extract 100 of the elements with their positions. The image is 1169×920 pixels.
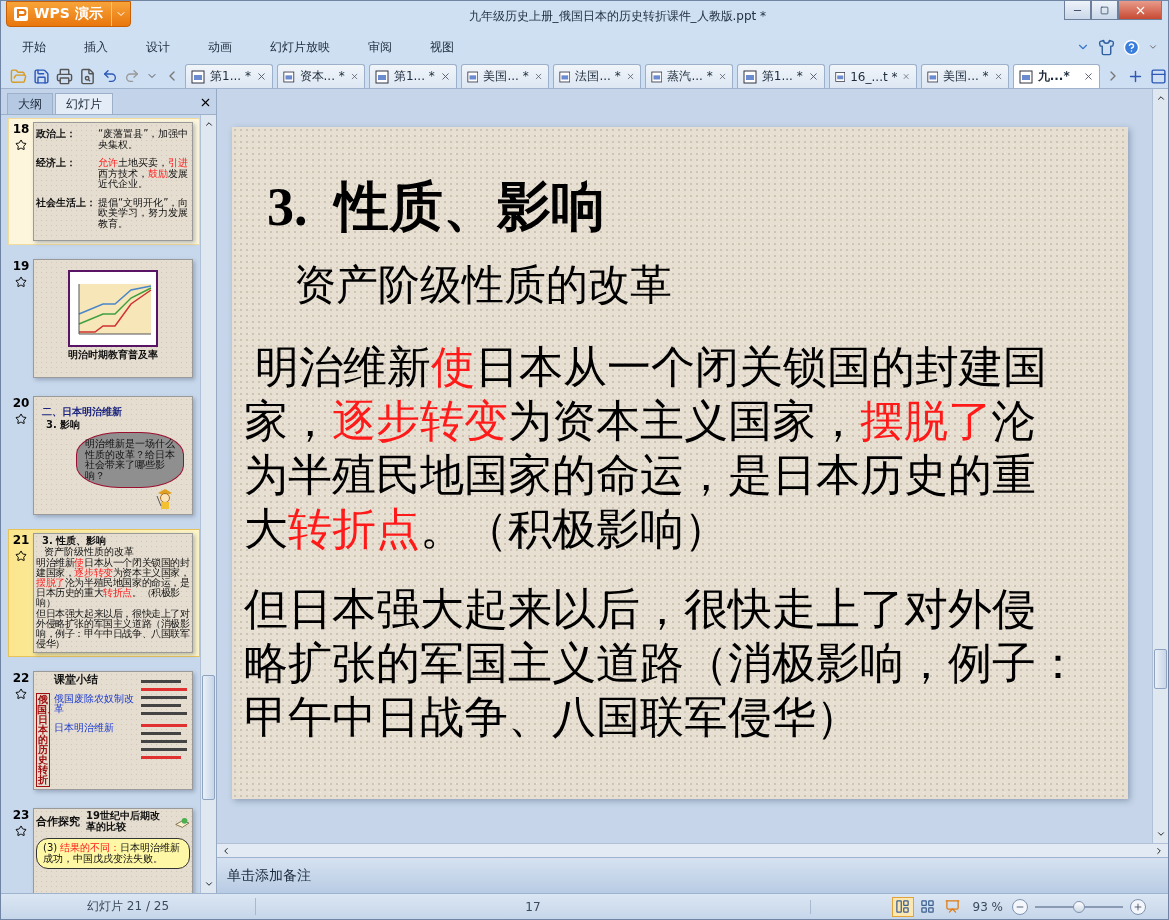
slide-number: 21 bbox=[12, 533, 30, 547]
slide-number: 23 bbox=[12, 808, 30, 822]
star-icon bbox=[15, 139, 27, 151]
scrollbar-thumb[interactable] bbox=[202, 675, 215, 800]
document-icon bbox=[650, 69, 663, 84]
zoom-out-button[interactable] bbox=[1012, 898, 1028, 915]
thumb-title: 合作探究 bbox=[36, 815, 80, 828]
document-tab[interactable]: 蒸汽... * bbox=[644, 64, 733, 88]
slide-number: 22 bbox=[12, 671, 30, 685]
menu-item[interactable]: 设计 bbox=[135, 38, 189, 56]
window-icon[interactable] bbox=[1150, 67, 1167, 85]
slide-thumbnail-item[interactable]: 18 政治上： “废藩置县”，加强中央集权。 经济上： 允许土地买卖，引进 西方技术，鼓励发展近代企业。 社会生活上： 提倡“文明开化”，向欧美学习，努力发展教育。 bbox=[8, 118, 200, 245]
close-button[interactable] bbox=[1118, 1, 1162, 20]
thumb-subtitle: 资产阶级性质的改革 bbox=[44, 546, 135, 557]
thumb-text: 允许土地买卖，引进 西方技术，鼓励发展近代企业。 bbox=[98, 157, 188, 189]
thumb-paragraph: (3) 结果的不同：日本明治维新成功，中国戊戌变法失败。 bbox=[43, 842, 181, 864]
slide-number: 19 bbox=[12, 259, 30, 273]
thumb-title: 课堂小结 bbox=[54, 674, 99, 686]
print-preview-icon[interactable] bbox=[79, 67, 96, 85]
close-tab-icon[interactable] bbox=[439, 71, 451, 82]
slide-title: 3. 性质、影响 bbox=[267, 176, 606, 239]
zoom-percent: 93 % bbox=[972, 899, 1003, 914]
scrollbar-thumb[interactable] bbox=[1154, 649, 1167, 689]
thumb-side-title: 俄国、日本的历史转折 bbox=[36, 693, 50, 787]
document-tab[interactable]: 第1... * bbox=[185, 64, 273, 88]
slide-subtitle: 资产阶级性质的改革 bbox=[294, 260, 673, 310]
document-tab[interactable]: 第1... * bbox=[368, 64, 457, 88]
caret-icon[interactable] bbox=[1148, 42, 1158, 52]
slide-thumbnail-item[interactable]: 19 明治时期教育普及率 bbox=[8, 255, 200, 382]
undo-icon[interactable] bbox=[102, 68, 118, 84]
zoom-in-button[interactable] bbox=[1130, 898, 1146, 915]
document-tab[interactable]: 16_...t * bbox=[828, 64, 917, 88]
status-field: 17 bbox=[256, 899, 811, 914]
notes-field[interactable]: 单击添加备注 bbox=[217, 857, 1168, 893]
thumb-subtitle: 19世纪中后期改革的比较 bbox=[86, 811, 161, 832]
menu-item[interactable]: 插入 bbox=[73, 38, 127, 56]
star-icon bbox=[15, 688, 27, 700]
thumb-paragraph: 但日本强大起来以后，很快走上了对外侵略扩张的军国主义道路（消极影响，例子：甲午中日战争、八国联军侵华） bbox=[36, 608, 190, 649]
maximize-button[interactable] bbox=[1091, 1, 1118, 20]
document-tab[interactable]: 美国... * bbox=[460, 64, 549, 88]
document-icon bbox=[466, 69, 479, 84]
thumb-text: 提倡“文明开化”，向欧美学习，努力发展教育。 bbox=[98, 196, 189, 229]
minimize-button[interactable] bbox=[1064, 1, 1091, 20]
close-tab-icon[interactable] bbox=[807, 71, 819, 82]
slide-counter: 幻灯片 21 / 25 bbox=[1, 898, 256, 915]
menu-item[interactable]: 审阅 bbox=[357, 38, 411, 56]
scroll-down-icon[interactable] bbox=[1155, 829, 1166, 839]
close-tab-icon[interactable] bbox=[993, 71, 1003, 82]
menu-item[interactable]: 动画 bbox=[197, 38, 251, 56]
panel-tab[interactable]: 幻灯片 bbox=[55, 93, 113, 115]
slide-thumbnail-item[interactable]: 21 3. 性质、影响 资产阶级性质的改革 明治维新使日本从一个闭关锁国的封建国家，逐步转变为资本主义国家， 摆脱了沦为半殖民地国家的命运，是日本历史的重大转折点。（积极影响） 但日本强大起来以后，很快走上了对外侵略扩张的军国主义道路（消极影响，例子：甲午中日战争、八国联军侵华） bbox=[8, 529, 200, 657]
thumb-title: 3. 性质、影响 bbox=[42, 536, 108, 546]
open-folder-icon[interactable] bbox=[10, 67, 27, 85]
document-tab[interactable]: 美国... * bbox=[920, 64, 1009, 88]
close-tab-icon[interactable] bbox=[533, 71, 543, 82]
menu-item[interactable]: 开始 bbox=[11, 38, 65, 56]
thumb-label: 社会生活上： bbox=[36, 197, 96, 210]
help-icon[interactable] bbox=[1123, 38, 1140, 56]
thumb-text: “废藩置县”，加强中央集权。 bbox=[98, 128, 189, 150]
slide-number: 20 bbox=[12, 396, 30, 410]
scroll-left-icon[interactable] bbox=[221, 845, 231, 856]
document-tab[interactable]: 法国... * bbox=[552, 64, 641, 88]
view-button[interactable] bbox=[891, 896, 914, 917]
menu-item[interactable]: 视图 bbox=[419, 38, 473, 56]
document-icon bbox=[191, 69, 205, 84]
scroll-right-icon[interactable] bbox=[1154, 845, 1164, 856]
zoom-slider-thumb[interactable] bbox=[1073, 900, 1085, 913]
redo-icon[interactable] bbox=[124, 68, 140, 84]
thumb-subheading: 3. 影响 bbox=[46, 419, 82, 430]
close-tab-icon[interactable] bbox=[625, 71, 635, 82]
scroll-up-icon[interactable] bbox=[203, 119, 214, 129]
panel-tab[interactable]: 大纲 bbox=[7, 93, 53, 115]
close-tab-icon[interactable] bbox=[255, 71, 267, 82]
shirt-icon[interactable] bbox=[1098, 38, 1115, 56]
printer-icon[interactable] bbox=[56, 67, 73, 85]
document-icon bbox=[558, 69, 571, 84]
document-icon bbox=[282, 69, 295, 84]
star-icon bbox=[15, 550, 27, 562]
scroll-down-icon[interactable] bbox=[203, 879, 214, 889]
slide-paragraph: 明治维新使日本从一个闭关锁国的封建国 家，逐步转变为资本主义国家，摆脱了沦 为半殖民地国家的命运，是日本历史的重 大转折点。（积极影响） bbox=[244, 342, 1048, 557]
document-tab[interactable]: 第1... * bbox=[736, 64, 825, 88]
close-tab-icon[interactable] bbox=[717, 71, 727, 82]
document-tab[interactable]: 资本... * bbox=[276, 64, 365, 88]
slide-thumbnail-item[interactable]: 20 二、日本明治维新 3. 影响 明治维新是一场什么性质的改革？给日本社会带来了哪些影响？ bbox=[8, 392, 200, 519]
wps-logo-icon bbox=[13, 6, 29, 22]
close-tab-icon[interactable] bbox=[349, 71, 359, 82]
document-icon bbox=[374, 69, 389, 84]
menu-item[interactable]: 幻灯片放映 bbox=[259, 38, 349, 56]
document-tab[interactable]: 九...* bbox=[1012, 64, 1100, 88]
star-icon bbox=[15, 276, 27, 288]
slide-paragraph: 但日本强大起来以后，很快走上了对外侵 略扩张的军国主义道路（消极影响，例子： 甲午中日战争、八国联军侵华） bbox=[244, 584, 1081, 745]
maximize-icon bbox=[1100, 5, 1109, 15]
thumb-label: 经济上： bbox=[36, 158, 77, 170]
star-icon bbox=[15, 825, 27, 837]
thumb-branch: 俄国废除农奴制改革 bbox=[54, 693, 134, 715]
save-icon[interactable] bbox=[33, 67, 50, 85]
scroll-up-icon[interactable] bbox=[1155, 93, 1166, 103]
close-tab-icon[interactable] bbox=[1083, 71, 1094, 82]
slide-number: 18 bbox=[12, 122, 30, 136]
document-icon bbox=[1018, 69, 1033, 84]
